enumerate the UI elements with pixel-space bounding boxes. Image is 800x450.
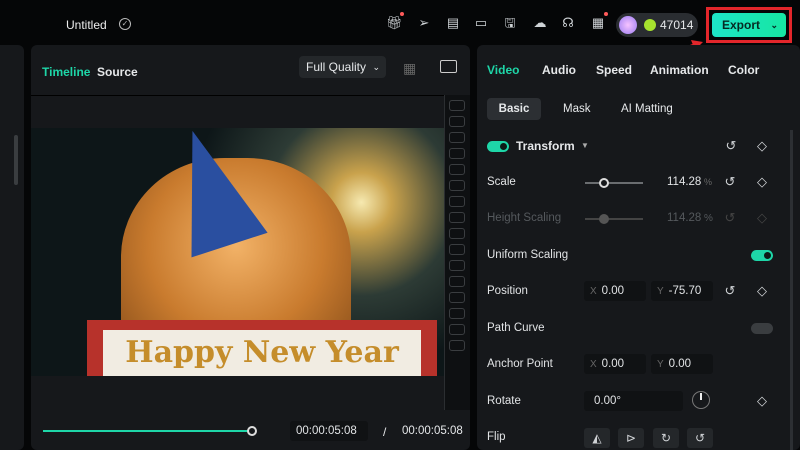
render-icon[interactable]: ▤ — [445, 15, 461, 31]
tab-speed[interactable]: Speed — [596, 63, 632, 77]
height-scaling-unit: % — [704, 213, 713, 224]
panel-divider — [31, 95, 470, 96]
flip-vertical-button[interactable]: ⊳ — [618, 428, 644, 448]
section-title: Transform — [516, 139, 575, 153]
tab-audio[interactable]: Audio — [542, 63, 576, 77]
position-y-input[interactable]: Y -75.70 — [651, 281, 713, 301]
grid-apps-icon[interactable]: ▦ — [590, 12, 608, 31]
playhead-handle[interactable] — [247, 426, 257, 436]
saved-check-icon: ✓ — [119, 18, 131, 30]
flip-label: Flip — [487, 431, 506, 443]
caret-down-icon[interactable]: ▼ — [581, 141, 589, 150]
keyframe-icon[interactable]: ◇ — [755, 175, 769, 189]
subtab-ai-matting[interactable]: AI Matting — [621, 103, 673, 115]
keyframe-icon[interactable]: ◇ — [755, 139, 769, 153]
reset-icon: ↺ — [724, 210, 736, 225]
y-axis-label: Y — [657, 286, 664, 297]
y-axis-label: Y — [657, 359, 664, 370]
export-button[interactable]: Export ⌄ — [712, 13, 786, 37]
inspector-scrollbar[interactable] — [790, 130, 793, 450]
credits-count: 47014 — [660, 18, 694, 32]
cloud-upload-icon[interactable]: ☁ — [532, 15, 548, 31]
rotate-left-button[interactable]: ↺ — [687, 428, 713, 448]
sign-board: Happy New Year — [87, 320, 437, 376]
left-panel — [0, 45, 24, 450]
path-curve-toggle[interactable] — [751, 323, 773, 334]
rotate-label: Rotate — [487, 395, 521, 407]
gift-icon[interactable]: 🎁︎ — [386, 12, 404, 31]
tab-video[interactable]: Video — [487, 63, 519, 77]
layout-icon[interactable]: ▭ — [473, 15, 489, 31]
flip-horizontal-button[interactable]: ◭ — [584, 428, 610, 448]
chevron-down-icon: ⌄ — [372, 62, 380, 72]
playback-track[interactable] — [43, 430, 253, 432]
height-scaling-value: 114.28 — [667, 212, 702, 224]
credits-badge[interactable]: 47014 — [616, 13, 698, 37]
height-scaling-label: Height Scaling — [487, 212, 562, 224]
anchor-y-input[interactable]: Y 0.00 — [651, 354, 713, 374]
position-x-value: 0.00 — [601, 285, 625, 297]
scale-slider[interactable] — [585, 178, 643, 188]
quality-value: Full Quality — [306, 60, 367, 74]
left-scrollbar[interactable] — [14, 135, 18, 185]
tab-source[interactable]: Source — [97, 65, 138, 79]
anchor-point-label: Anchor Point — [487, 358, 553, 370]
scale-value[interactable]: 114.28 — [667, 176, 701, 188]
current-time: 00:00:05:08 — [290, 421, 368, 441]
tab-timeline[interactable]: Timeline — [42, 65, 90, 79]
tab-animation[interactable]: Animation — [650, 63, 709, 77]
position-x-input[interactable]: X 0.00 — [584, 281, 646, 301]
subtab-mask[interactable]: Mask — [563, 103, 590, 115]
x-axis-label: X — [590, 286, 597, 297]
quality-dropdown[interactable]: Full Quality ⌄ — [299, 56, 386, 78]
credit-icon — [644, 19, 656, 31]
send-icon[interactable]: ➢ — [416, 15, 432, 31]
scale-unit: % — [704, 177, 713, 187]
anchor-x-input[interactable]: X 0.00 — [584, 354, 646, 374]
tab-color[interactable]: Color — [728, 63, 759, 77]
x-axis-label: X — [590, 359, 597, 370]
chevron-down-icon: ⌄ — [770, 20, 778, 30]
anchor-x-value: 0.00 — [601, 358, 625, 370]
keyframe-icon[interactable]: ◇ — [755, 394, 769, 408]
filmstrip — [444, 95, 470, 410]
rotate-input[interactable]: 0.00° — [584, 391, 683, 411]
path-curve-label: Path Curve — [487, 322, 545, 334]
position-label: Position — [487, 285, 528, 297]
scopes-icon[interactable] — [440, 60, 457, 73]
rotate-right-button[interactable]: ↻ — [653, 428, 679, 448]
height-scaling-slider[interactable] — [585, 214, 643, 224]
keyframe-icon[interactable]: ◇ — [755, 284, 769, 298]
avatar — [619, 16, 637, 34]
video-preview[interactable]: Happy New Year — [31, 128, 444, 376]
uniform-scaling-toggle[interactable] — [751, 250, 773, 261]
subtab-basic[interactable]: Basic — [487, 98, 541, 120]
uniform-scaling-label: Uniform Scaling — [487, 249, 569, 261]
headset-icon[interactable]: ☊ — [560, 15, 576, 31]
project-title: Untitled — [66, 18, 107, 32]
export-label: Export — [722, 18, 761, 32]
scale-label: Scale — [487, 176, 516, 188]
anchor-y-value: 0.00 — [668, 358, 692, 370]
keyframe-icon: ◇ — [757, 210, 767, 225]
save-icon[interactable]: 🖫 — [502, 15, 518, 31]
reset-icon[interactable]: ↺ — [723, 284, 737, 298]
grid-view-icon[interactable]: ▦ — [403, 60, 416, 77]
sign-text: Happy New Year — [103, 330, 421, 376]
rotate-dial[interactable] — [692, 391, 710, 409]
time-separator: / — [383, 425, 387, 439]
position-y-value: -75.70 — [668, 285, 702, 297]
reset-icon[interactable]: ↺ — [724, 139, 738, 153]
total-time: 00:00:05:08 — [402, 425, 463, 437]
reset-icon[interactable]: ↺ — [723, 175, 737, 189]
transform-toggle[interactable] — [487, 141, 509, 152]
